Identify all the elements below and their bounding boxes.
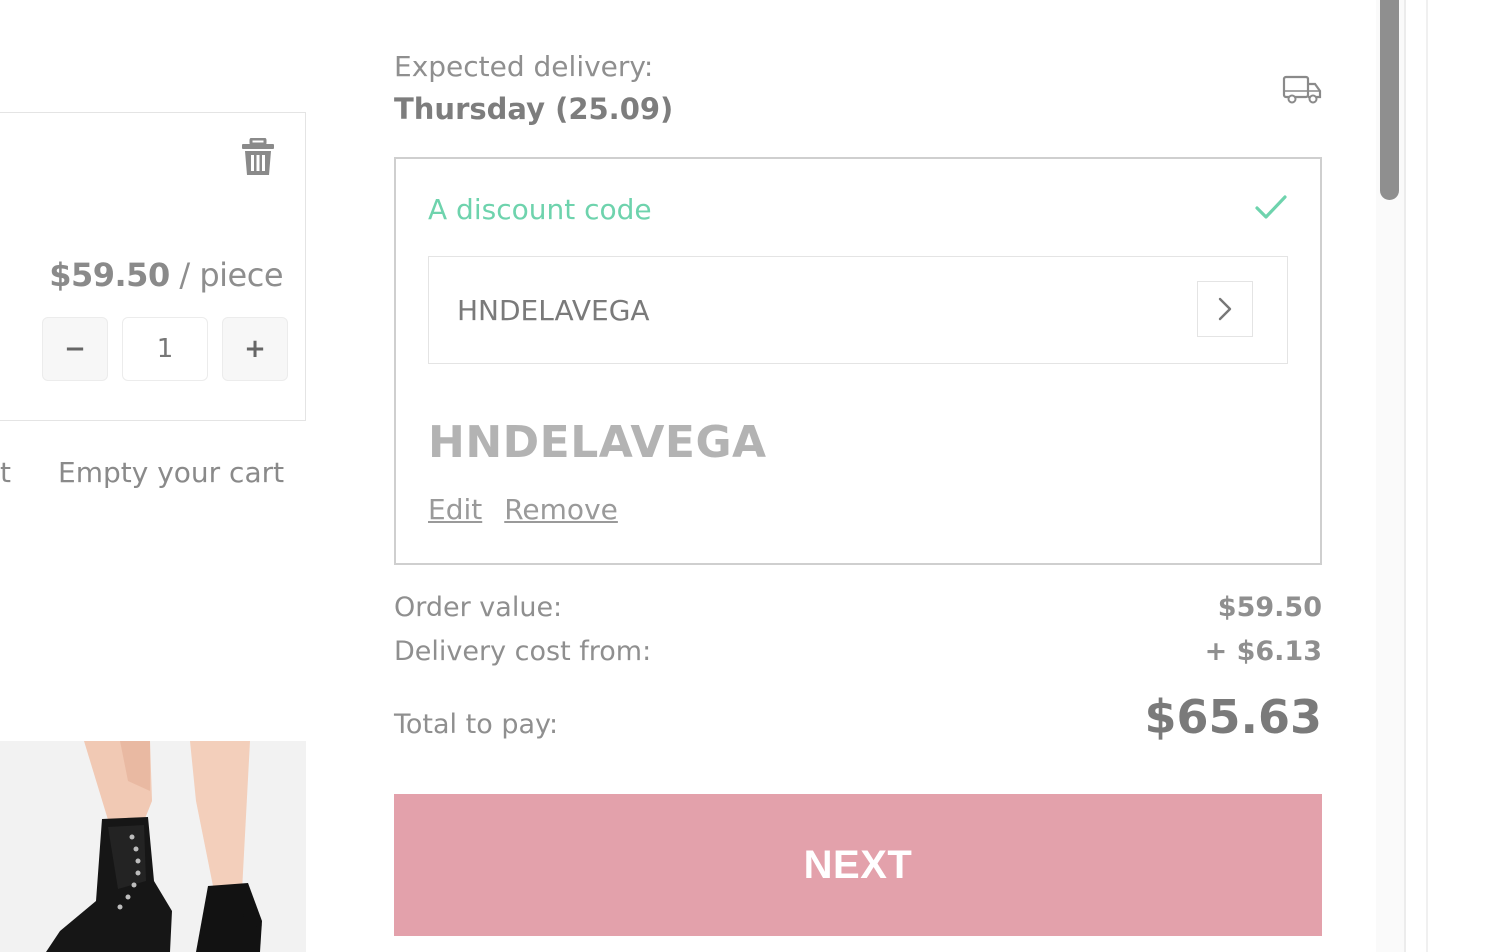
trash-icon [242, 138, 274, 175]
truck-icon [1282, 75, 1322, 104]
unit-price-amount: $59.50 [49, 256, 170, 294]
discount-code-actions: Edit Remove [428, 493, 618, 526]
total-row: Total to pay: $65.63 [394, 690, 1322, 744]
quantity-stepper: − + [42, 317, 288, 381]
decrease-quantity-button[interactable]: − [42, 317, 108, 381]
delivery-label: Expected delivery: [394, 50, 654, 83]
scrollbar-thumb[interactable] [1380, 0, 1399, 200]
discount-code-field [428, 256, 1288, 364]
total-label: Total to pay: [394, 709, 559, 740]
check-icon [1255, 195, 1287, 219]
delivery-cost-label: Delivery cost from: [394, 636, 652, 667]
delivery-date: Thursday (25.09) [394, 92, 674, 126]
empty-cart-link[interactable]: Empty your cart [58, 456, 284, 489]
price-separator: / [179, 256, 190, 294]
chevron-right-icon [1218, 297, 1232, 321]
discount-code-input[interactable] [429, 257, 1189, 363]
remove-code-link[interactable]: Remove [504, 493, 618, 526]
boot-illustration [0, 741, 306, 952]
order-value-label: Order value: [394, 592, 563, 623]
total-amount: $65.63 [1144, 690, 1322, 744]
unit-price: $59.50 / piece [49, 256, 283, 294]
checkout-page: $59.50 / piece − + t Empty your cart [0, 0, 1500, 952]
order-value-amount: $59.50 [1217, 592, 1322, 623]
cart-link-partial[interactable]: t [0, 456, 11, 489]
discount-code-title[interactable]: A discount code [428, 193, 652, 226]
delete-item-button[interactable] [238, 137, 278, 177]
divider [1426, 0, 1428, 952]
cart-item-card: $59.50 / piece − + [0, 112, 306, 421]
discount-code-panel: A discount code HNDELAVEGA Edit Remove [394, 157, 1322, 565]
delivery-cost-amount: + $6.13 [1204, 636, 1322, 667]
applied-discount-code: HNDELAVEGA [428, 417, 767, 468]
delivery-cost-row: Delivery cost from: + $6.13 [394, 636, 1322, 667]
order-value-row: Order value: $59.50 [394, 592, 1322, 623]
quantity-input[interactable] [122, 317, 208, 381]
apply-code-button[interactable] [1197, 281, 1253, 337]
product-image [0, 741, 306, 952]
price-unit: piece [199, 256, 283, 294]
edit-code-link[interactable]: Edit [428, 493, 482, 526]
next-button[interactable]: NEXT [394, 794, 1322, 936]
increase-quantity-button[interactable]: + [222, 317, 288, 381]
